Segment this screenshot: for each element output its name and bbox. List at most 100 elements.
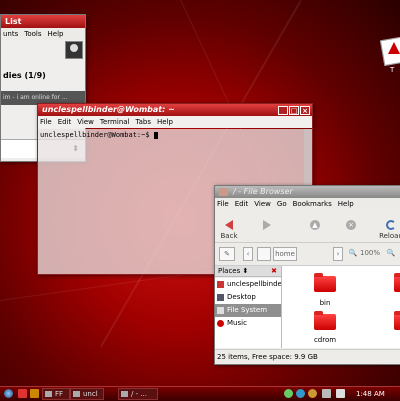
desktop-icon [217,294,224,301]
window-icon [121,391,128,397]
menu-view[interactable]: View [254,198,271,210]
file-view[interactable]: bin cdrom [282,266,400,348]
menu-go[interactable]: Go [277,198,287,210]
network-icon[interactable] [336,389,345,398]
window-icon [45,391,52,397]
taskbar-item-terminal[interactable]: uncl [70,388,104,400]
edit-location-button[interactable]: ✎ [219,247,235,261]
taskbar-item-label: FF [55,390,64,398]
buddy-list-menubar: unts Tools Help [1,28,85,40]
file-browser-window[interactable]: / - File Browser File Edit View Go Bookm… [214,185,400,365]
places-header[interactable]: Places ⬍ ✖ [215,266,281,277]
close-button[interactable]: × [300,105,310,115]
desktop-icon-label: T [390,66,395,74]
tray-icon[interactable] [284,389,293,398]
folder-icon[interactable] [394,311,400,330]
menu-tools[interactable]: Tools [24,28,41,40]
places-header-chevron-icon: ⬍ [240,267,249,275]
home-icon [217,281,224,288]
place-label: unclespellbinder [227,280,285,288]
menu-help[interactable]: Help [157,116,173,128]
place-item-desktop[interactable]: Desktop [215,291,281,304]
menu-file[interactable]: File [40,116,52,128]
place-label: Music [227,319,247,327]
cdrom-folder-icon[interactable] [314,311,336,330]
file-label-cdrom: cdrom [313,336,337,344]
place-item-home[interactable]: unclespellbinder [215,278,285,291]
close-sidebar-icon[interactable]: ✖ [271,266,277,277]
tray-icon[interactable] [308,389,317,398]
back-arrow-icon [225,220,233,230]
place-label: Desktop [227,293,256,301]
music-icon [217,320,224,327]
up-icon: ▲ [310,220,320,230]
path-right-button[interactable]: › [333,247,343,261]
forward-arrow-icon [263,220,271,230]
reload-button[interactable]: Reload [377,220,400,240]
place-item-music[interactable]: Music [215,317,281,330]
folder-icon[interactable] [314,273,336,292]
maximize-button[interactable]: □ [289,105,299,115]
terminal-menubar: File Edit View Terminal Tabs Help [38,116,312,128]
file-browser-title: / - File Browser [233,187,293,196]
menu-help[interactable]: Help [338,198,354,210]
zoom-out-button[interactable]: 🔍 [347,247,359,261]
up-button[interactable]: ▲ [307,220,323,232]
tray-icon[interactable] [296,389,305,398]
minimize-button[interactable]: _ [278,105,288,115]
taskbar-item-browser[interactable]: FF [42,388,70,400]
buddy-list-title: List [1,15,85,28]
path-root-button[interactable] [257,247,271,261]
menu-accounts[interactable]: unts [3,28,18,40]
desktop-trash-icon[interactable]: T [378,30,400,74]
zoom-in-button[interactable]: 🔍 [385,247,397,261]
file-browser-titlebar: / - File Browser [215,186,400,198]
back-button[interactable]: Back [219,220,239,240]
stop-icon: × [346,220,356,230]
file-browser-menubar: File Edit View Go Bookmarks Help [215,198,400,210]
taskbar-item-file-browser[interactable]: / - ... [118,388,158,400]
menu-edit[interactable]: Edit [58,116,72,128]
file-label-bin: bin [319,299,331,307]
buddy-avatar[interactable] [65,41,83,59]
terminal-title: unclespellbinder@Wombat: ~ [42,105,175,114]
terminal-titlebar: unclespellbinder@Wombat: ~ _ □ × [38,104,312,116]
folder-icon [219,188,228,196]
menu-globe-icon[interactable] [4,389,13,398]
place-label: File System [227,306,268,314]
places-header-label: Places [218,267,241,275]
reload-label: Reload [379,232,400,240]
launcher-icon[interactable] [30,389,39,398]
forward-button[interactable] [259,220,275,232]
launcher-icon[interactable] [18,389,27,398]
taskbar: FF uncl / - ... 1:48 AM [0,386,400,401]
clock[interactable]: 1:48 AM [356,388,385,400]
taskbar-item-label: uncl [83,390,98,398]
menu-edit[interactable]: Edit [235,198,249,210]
drive-icon [217,307,224,314]
location-bar: ✎ ‹ home › 🔍 100% 🔍 [215,243,400,266]
back-label: Back [220,232,238,240]
menu-view[interactable]: View [77,116,94,128]
path-home-button[interactable]: home [273,247,297,261]
stop-button[interactable]: × [343,220,359,232]
path-left-button[interactable]: ‹ [243,247,253,261]
volume-icon[interactable] [322,389,331,398]
menu-terminal[interactable]: Terminal [100,116,130,128]
menu-help[interactable]: Help [48,28,64,40]
file-browser-toolbar: Back ▲ × Reload [215,210,400,243]
window-icon [73,391,80,397]
folder-icon[interactable] [394,273,400,292]
places-sidebar: unclespellbinder Desktop File System Mus… [215,278,285,348]
menu-file[interactable]: File [217,198,229,210]
reload-icon [386,220,396,230]
buddy-group-label[interactable]: dies (1/9) [3,71,46,80]
taskbar-item-label: / - ... [131,390,148,398]
file-browser-status: 25 items, Free space: 9.9 GB [215,349,400,363]
text-cursor [153,131,158,139]
menu-bookmarks[interactable]: Bookmarks [293,198,332,210]
zoom-level[interactable]: 100% [359,247,381,261]
place-item-file-system[interactable]: File System [215,304,281,317]
terminal-prompt: unclespellbinder@Wombat:~$ [40,131,154,139]
menu-tabs[interactable]: Tabs [136,116,152,128]
